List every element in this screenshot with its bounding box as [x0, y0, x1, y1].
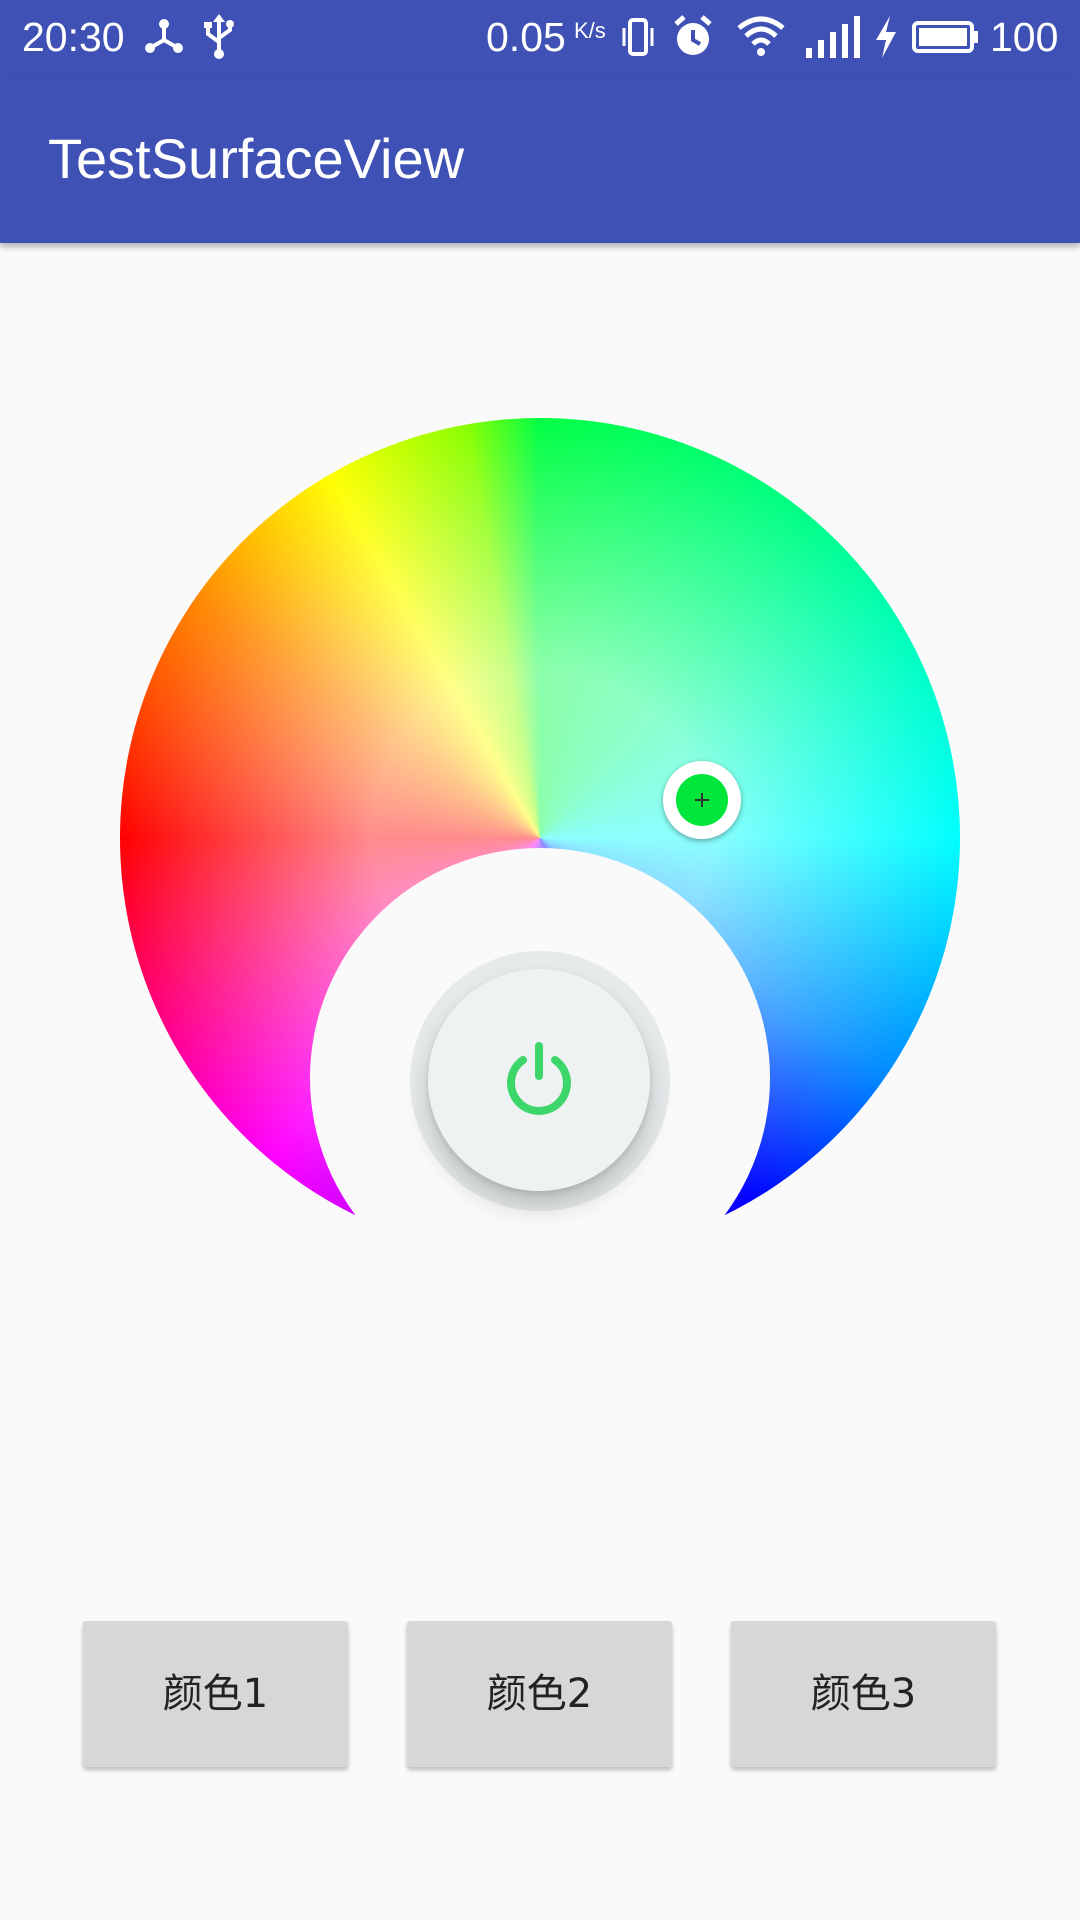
color-1-button[interactable]: 颜色1 [83, 1621, 348, 1767]
usb-icon [204, 14, 234, 59]
power-icon [507, 1042, 571, 1115]
wifi-icon [737, 16, 785, 56]
color-1-button-label: 颜色1 [162, 1671, 269, 1717]
power-button[interactable] [428, 969, 650, 1191]
color-picker-handle[interactable] [663, 761, 741, 839]
app-bar: TestSurfaceView [0, 75, 1080, 243]
network-speed-unit: K/s [574, 18, 606, 43]
page-title: TestSurfaceView [48, 127, 465, 190]
color-2-button[interactable]: 颜色2 [407, 1621, 672, 1767]
status-time: 20:30 [22, 14, 125, 60]
status-bar: 20:30 0.05 K/s 100 [0, 0, 1080, 75]
charging-bolt-icon [876, 16, 896, 58]
color-3-button-label: 颜色3 [810, 1671, 917, 1717]
battery-icon [912, 21, 978, 53]
vibrate-icon [622, 18, 654, 56]
share-node-icon [145, 19, 183, 53]
signal-icon [806, 16, 860, 58]
battery-level: 100 [990, 14, 1059, 60]
alarm-icon [674, 15, 712, 55]
crosshair-icon [695, 793, 709, 807]
color-3-button[interactable]: 颜色3 [731, 1621, 996, 1767]
color-2-button-label: 颜色2 [486, 1671, 593, 1717]
network-speed: 0.05 [486, 14, 566, 60]
